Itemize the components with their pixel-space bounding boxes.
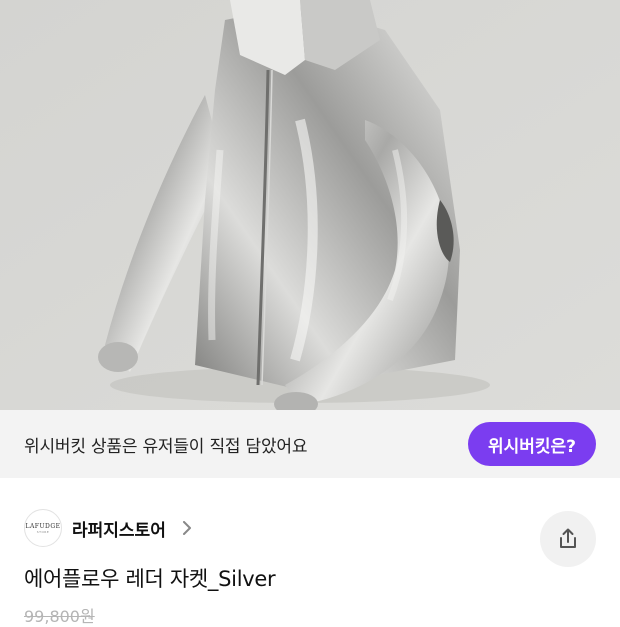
wish-bucket-info-button[interactable]: 위시버킷은? — [467, 422, 596, 466]
chevron-right-icon — [182, 521, 191, 535]
wish-bucket-banner: 위시버킷 상품은 유저들이 직접 담았어요 위시버킷은? — [0, 410, 620, 478]
share-button[interactable] — [540, 511, 596, 567]
store-logo-text: LAFUDGE — [25, 522, 61, 530]
share-icon — [560, 528, 576, 548]
store-name: 라퍼지스토어 — [72, 520, 166, 541]
product-image[interactable] — [0, 0, 620, 410]
store-logo: LAFUDGE STORE — [24, 509, 62, 547]
store-link[interactable]: LAFUDGE STORE 라퍼지스토어 — [24, 508, 194, 548]
original-price: 99,800원 — [24, 607, 95, 626]
store-logo-subtext: STORE — [36, 529, 50, 534]
wish-bucket-text: 위시버킷 상품은 유저들이 직접 담았어요 — [24, 436, 308, 457]
product-title: 에어플로우 레더 자켓_Silver — [24, 567, 276, 591]
jacket-illustration — [0, 0, 620, 410]
